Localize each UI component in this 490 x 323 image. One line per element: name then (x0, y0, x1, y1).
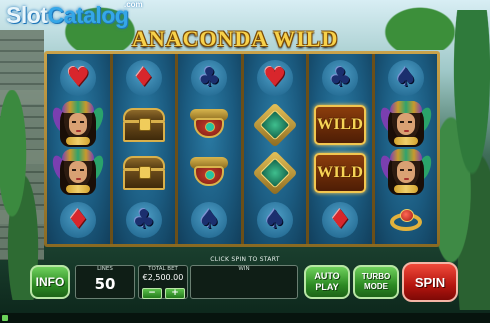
control-panel: INFO LINES 50 TOTAL BET €2,500.00 − + WI… (28, 262, 458, 302)
reel-6: ♠ (374, 54, 437, 244)
reel-3: ♣ ♠ (178, 54, 241, 244)
symbol-club-navy-icon: ♣ (314, 57, 366, 99)
autoplay-line2: PLAY (315, 282, 339, 292)
lines-label: LINES (97, 266, 113, 272)
spin-button[interactable]: SPIN (402, 262, 458, 302)
win-label: WIN (238, 266, 250, 272)
turbo-line2: MODE (363, 282, 388, 291)
watermark-part1: Slot (6, 2, 48, 28)
total-bet-label: TOTAL BET (148, 266, 178, 272)
reel-5: ♣ WILD WILD ♦ (309, 54, 372, 244)
reel-4: ♥ ♠ (243, 54, 306, 244)
win-display: WIN (190, 265, 298, 299)
symbol-diamond-red-icon: ♦ (118, 57, 170, 99)
symbol-club-navy-icon: ♣ (118, 199, 170, 241)
symbol-club-navy-icon: ♣ (183, 57, 235, 99)
settings-icon[interactable] (2, 315, 8, 321)
symbol-wild-icon: WILD (314, 152, 367, 194)
symbol-queen-icon (377, 101, 434, 148)
symbol-spade-navy-icon: ♠ (380, 57, 432, 99)
symbol-medallion-icon (249, 102, 301, 148)
symbol-chest-icon (118, 152, 170, 194)
total-bet-display: TOTAL BET €2,500.00 − + (138, 265, 188, 299)
autoplay-line1: AUTO (314, 271, 340, 281)
symbol-medallion-icon (249, 150, 301, 196)
symbol-ring-icon (380, 199, 432, 241)
lines-value: 50 (94, 275, 116, 293)
turbo-line1: TURBO (361, 272, 391, 281)
total-bet-value: €2,500.00 (142, 273, 184, 282)
symbol-spade-navy-icon: ♠ (183, 199, 235, 241)
symbol-queen-icon (50, 101, 107, 148)
symbol-mask-icon (183, 104, 235, 146)
symbol-diamond-red-icon: ♦ (52, 199, 104, 241)
bet-increase-button[interactable]: + (165, 288, 185, 299)
symbol-wild-icon: WILD (314, 104, 367, 146)
symbol-chest-icon (118, 104, 170, 146)
turbo-mode-button[interactable]: TURBO MODE (353, 265, 399, 299)
slotcatalog-watermark: SlotCatalog .com (6, 0, 143, 29)
symbol-queen-icon (50, 148, 107, 195)
game-title: ANACONDA WILD (132, 26, 339, 51)
symbol-mask-icon (183, 152, 235, 194)
info-button[interactable]: INFO (30, 265, 70, 299)
watermark-domain: .com (124, 0, 143, 9)
autoplay-button[interactable]: AUTO PLAY (304, 265, 350, 299)
watermark-part2: Catalog (47, 2, 129, 28)
reel-grid: ♥ ♦ ♦ ♣ ♣ ♠ ♥ ♠ ♣ WILD WILD ♦ ♠ (47, 54, 437, 244)
wild-label: WILD (317, 163, 364, 181)
reel-1: ♥ ♦ (47, 54, 110, 244)
symbol-heart-red-icon: ♥ (52, 57, 104, 99)
bet-decrease-button[interactable]: − (142, 288, 162, 299)
bottom-strip (0, 313, 490, 323)
reel-frame: ♥ ♦ ♦ ♣ ♣ ♠ ♥ ♠ ♣ WILD WILD ♦ ♠ (44, 51, 440, 247)
symbol-heart-red-icon: ♥ (249, 57, 301, 99)
lines-display: LINES 50 (75, 265, 135, 299)
spin-hint-text: CLICK SPIN TO START (210, 256, 280, 263)
symbol-diamond-red-icon: ♦ (314, 199, 366, 241)
symbol-spade-navy-icon: ♠ (249, 199, 301, 241)
wild-label: WILD (317, 116, 364, 134)
reel-2: ♦ ♣ (112, 54, 175, 244)
symbol-queen-icon (377, 148, 434, 195)
